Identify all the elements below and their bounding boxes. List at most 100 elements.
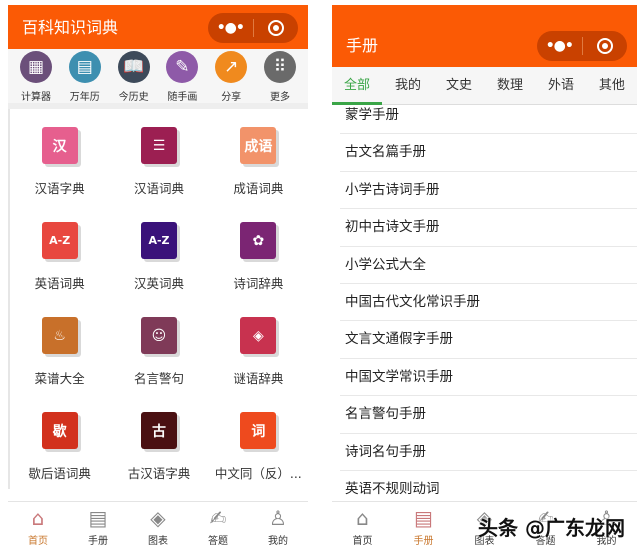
dictionary-item[interactable]: ☺ 名言警句 [109,299,208,394]
tab-3[interactable]: ✍ 答题 [188,502,248,551]
tab-label: 手册 [88,536,108,547]
close-button[interactable] [583,38,628,54]
capsule: •●• [537,31,627,61]
quick-tool-2[interactable]: 📖 今历史 [110,51,158,103]
tab-icon: ⌂ [31,506,45,530]
dictionary-item[interactable]: A-Z 英语词典 [10,204,109,299]
category-tab[interactable]: 我的 [395,67,421,105]
list-item[interactable]: 文言文通假字手册 [340,321,637,359]
dictionary-label: 英语词典 [34,276,85,291]
tab-0[interactable]: ⌂ 首页 [332,502,393,551]
dictionary-label: 汉语字典 [34,181,85,196]
page-title: 百科知识词典 [22,18,119,37]
book-icon: ☺ [140,317,177,354]
tab-icon: ▤ [414,506,433,530]
dictionary-item[interactable]: ☰ 汉语词典 [109,109,208,204]
tab-0[interactable]: ⌂ 首页 [8,502,68,551]
dictionary-item[interactable]: 古古汉语字典 [109,394,208,489]
category-tab[interactable]: 数理 [497,67,523,105]
quick-tool-5[interactable]: ⠿ 更多 [256,51,304,103]
dictionary-item[interactable]: 成语 成语词典 [209,109,308,204]
quick-tool-3[interactable]: ✎ 随手画 [158,51,206,103]
category-tabs: 全部 我的 文史 数理 外语 其他 [332,67,637,105]
dictionary-item[interactable]: 词中文同（反）... [209,394,308,489]
dictionary-label: 中文同（反）... [214,466,302,481]
dictionary-grid: 汉汉语字典 ☰ 汉语词典 成语成语词典 A-Z 英语词典 A-Z 汉英词典 ✿ 诗词辞典 ♨ 菜谱大全… [8,109,308,489]
dictionary-label: 汉英词典 [133,276,184,291]
right-screen: 手册 •●• 全部 我的 文史 数理 外语 其他 蒙学手册 古文名篇手册 小学古诗词手册 初中古… [332,5,637,551]
more-menu-button[interactable]: •●• [208,20,253,36]
dictionary-label: 谜语辞典 [233,371,284,386]
tab-icon: ♙ [269,506,287,530]
dictionary-label: 诗词辞典 [233,276,284,291]
dictionary-item[interactable]: 歇歇后语词典 [10,394,109,489]
tab-label: 我的 [268,536,288,547]
tab-icon: ✍ [209,506,227,530]
tab-icon: ◈ [150,506,166,530]
quick-tool-1[interactable]: ▤ 万年历 [61,51,109,103]
dictionary-item[interactable]: A-Z 汉英词典 [109,204,208,299]
book-icon: A-Z [140,222,177,259]
list-item[interactable]: 中国文学常识手册 [340,359,637,397]
list-item[interactable]: 名言警句手册 [340,396,637,434]
header: 百科知识词典 •●• [8,5,308,49]
watermark: 头条 @广东龙网 [478,516,625,540]
book-icon: A-Z [41,222,78,259]
calculator-icon: ▦ [20,51,52,83]
tab-4[interactable]: ♙ 我的 [248,502,308,551]
book-icon: ◈ [240,317,277,354]
list-item[interactable]: 诗词名句手册 [340,434,637,471]
more-grid-icon: ⠿ [263,51,296,83]
close-circle-icon [596,38,613,54]
book-open-icon: 📖 [117,51,150,83]
category-tab[interactable]: 全部 [332,67,383,105]
tab-2[interactable]: ◈ 图表 [128,502,188,551]
book-icon: ✿ [240,222,277,259]
more-menu-button[interactable]: •●• [537,38,582,54]
quick-tool-label: 更多 [269,92,290,103]
close-button[interactable] [254,20,299,36]
quick-tool-label: 随手画 [167,92,198,103]
quick-tool-label: 万年历 [69,92,100,103]
list-item[interactable]: 初中古诗文手册 [340,209,637,247]
capsule: •●• [208,13,298,43]
dictionary-label: 菜谱大全 [34,371,85,386]
tab-1[interactable]: ▤ 手册 [68,502,128,551]
dictionary-label: 成语词典 [233,181,284,196]
tab-label: 图表 [148,536,168,547]
book-icon: 成语 [240,127,277,164]
tab-icon: ▤ [88,506,108,530]
book-icon: ☰ [140,127,177,164]
page-title: 手册 [346,36,379,55]
dictionary-item[interactable]: 汉汉语字典 [10,109,109,204]
handbook-list: 蒙学手册 古文名篇手册 小学古诗词手册 初中古诗文手册 小学公式大全 中国古代文化常识手册… [332,97,637,509]
quick-tool-0[interactable]: ▦ 计算器 [12,51,60,103]
pencil-icon: ✎ [166,51,199,83]
dictionary-item[interactable]: ♨ 菜谱大全 [10,299,109,394]
list-item[interactable]: 小学古诗词手册 [340,172,637,210]
category-tab[interactable]: 其他 [599,67,625,105]
book-icon: 歇 [41,412,78,449]
book-icon: ♨ [41,317,78,354]
dictionary-item[interactable]: ◈ 谜语辞典 [209,299,308,394]
list-item[interactable]: 小学公式大全 [340,247,637,284]
bottom-tabbar: ⌂ 首页 ▤ 手册 ◈ 图表 ✍ 答题 ♙ 我的 [8,501,308,551]
dictionary-item[interactable]: ✿ 诗词辞典 [209,204,308,299]
calendar-icon: ▤ [68,51,101,83]
quick-tool-label: 今历史 [118,92,149,103]
dictionary-label: 汉语词典 [133,181,184,196]
dictionary-label: 名言警句 [133,371,184,386]
book-icon: 汉 [41,127,78,164]
tab-label: 答题 [208,536,228,547]
list-item[interactable]: 中国古代文化常识手册 [340,284,637,322]
category-tab[interactable]: 外语 [548,67,574,105]
dictionary-label: 歇后语词典 [28,466,91,481]
list-item[interactable]: 古文名篇手册 [340,134,637,172]
tab-label: 首页 [28,536,48,547]
quick-tool-label: 计算器 [21,92,51,103]
quick-tool-4[interactable]: ↗ 分享 [207,51,255,103]
book-icon: 词 [240,412,277,449]
category-tab[interactable]: 文史 [446,67,472,105]
close-circle-icon [267,20,284,36]
tab-1[interactable]: ▤ 手册 [393,502,454,551]
